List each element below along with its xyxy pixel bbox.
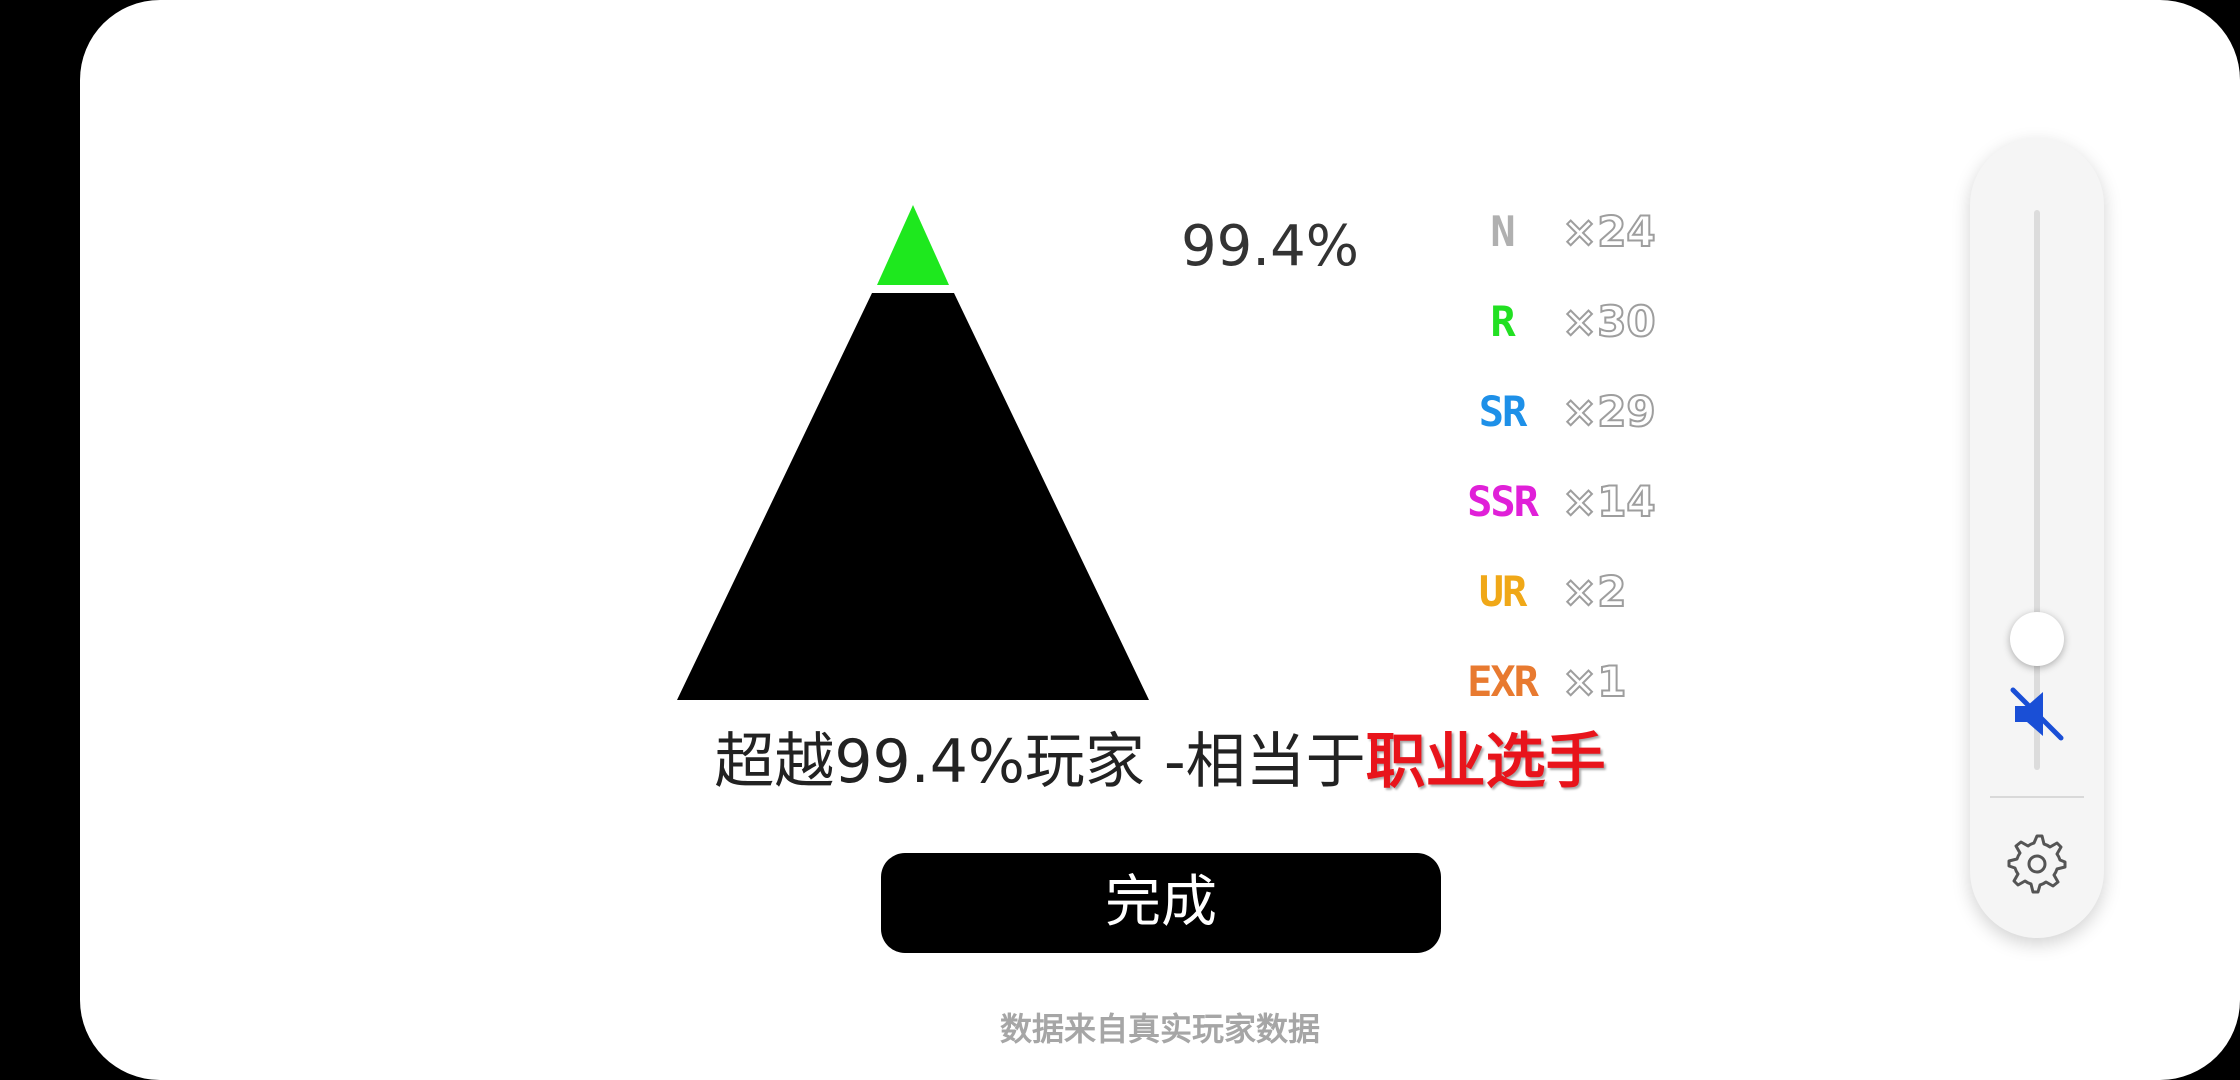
rarity-count: ×29 bbox=[1561, 386, 1657, 437]
rarity-count: ×2 bbox=[1561, 566, 1627, 617]
rarity-list: N ×24 R ×30 SR ×29 SSR ×14 UR ×2 EXR ×1 bbox=[1452, 188, 1692, 728]
rarity-badge: N bbox=[1490, 207, 1515, 256]
rarity-count: ×14 bbox=[1561, 476, 1657, 527]
rarity-count: ×1 bbox=[1561, 656, 1627, 707]
rarity-row-n: N ×24 bbox=[1452, 188, 1692, 278]
rarity-badge: EXR bbox=[1467, 657, 1539, 706]
pyramid-top-segment bbox=[877, 205, 949, 285]
game-result-screen: 99.4% N ×24 R ×30 SR ×29 SSR ×14 UR ×2 E… bbox=[80, 0, 2240, 1080]
percentile-label: 99.4% bbox=[1181, 214, 1359, 279]
rarity-count: ×24 bbox=[1561, 206, 1657, 257]
result-prefix: 超越99.4%玩家 -相当于 bbox=[714, 727, 1366, 797]
rank-pyramid bbox=[677, 205, 1149, 700]
rarity-count: ×30 bbox=[1561, 296, 1657, 347]
panel-divider bbox=[1990, 796, 2084, 798]
done-button[interactable]: 完成 bbox=[881, 853, 1441, 953]
gear-icon[interactable] bbox=[2005, 830, 2069, 894]
data-source-note: 数据来自真实玩家数据 bbox=[999, 1010, 1320, 1048]
rarity-badge: UR bbox=[1478, 567, 1528, 616]
result-summary: 超越99.4%玩家 -相当于职业选手 bbox=[80, 722, 2240, 802]
rarity-badge: SSR bbox=[1467, 477, 1539, 526]
pyramid-body bbox=[677, 293, 1149, 700]
volume-panel bbox=[1970, 138, 2104, 938]
volume-slider-thumb[interactable] bbox=[2010, 612, 2064, 666]
rarity-row-exr: EXR ×1 bbox=[1452, 638, 1692, 728]
rarity-badge: SR bbox=[1478, 387, 1528, 436]
rarity-badge: R bbox=[1490, 297, 1515, 346]
rarity-row-r: R ×30 bbox=[1452, 278, 1692, 368]
rarity-row-ssr: SSR ×14 bbox=[1452, 458, 1692, 548]
result-rank: 职业选手 bbox=[1365, 727, 1606, 797]
rarity-row-sr: SR ×29 bbox=[1452, 368, 1692, 458]
volume-muted-icon[interactable] bbox=[2007, 684, 2067, 744]
rarity-row-ur: UR ×2 bbox=[1452, 548, 1692, 638]
